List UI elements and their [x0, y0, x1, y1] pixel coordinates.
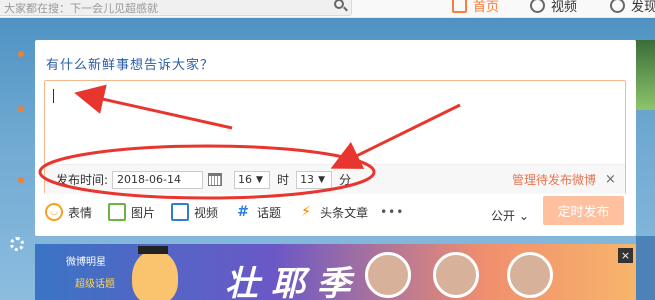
lightning-icon: ⚡ [301, 204, 311, 220]
scheduled-publish-button[interactable]: 定时发布 [543, 196, 624, 225]
article-label: 头条文章 [320, 205, 369, 220]
sidebar-dot [18, 51, 24, 57]
minute-unit: 分 [339, 173, 352, 187]
topic-label: 话题 [257, 205, 282, 220]
picture-icon [108, 203, 127, 221]
banner-logo: 微博明星 [66, 257, 106, 268]
visibility-label: 公开 [491, 209, 516, 223]
nav-find-label: 发现 [631, 0, 655, 15]
manage-scheduled-link[interactable]: 管理待发布微博 [512, 171, 596, 188]
schedule-label: 发布时间: [56, 173, 109, 187]
sidebar-dot [18, 106, 24, 112]
publisher-card: 有什么新鲜事想告诉大家？ 发布时间: 2018-06-14 16 ▼ 时 13 … [35, 40, 636, 236]
chevron-down-icon: ▼ [256, 174, 263, 185]
close-icon[interactable]: × [618, 248, 633, 263]
hashtag-icon: # [237, 204, 249, 220]
banner-headline: 壮 耶 季 [225, 264, 351, 300]
date-input[interactable]: 2018-06-14 [112, 170, 204, 189]
nav-find[interactable]: 发现 [610, 0, 655, 15]
calendar-icon[interactable] [208, 173, 223, 186]
picture-button[interactable]: 图片 [108, 203, 155, 221]
text-cursor [53, 89, 54, 103]
side-ad-strip [636, 236, 655, 300]
video-icon [171, 203, 190, 221]
nav-home[interactable]: 首页 [452, 0, 499, 15]
search-placeholder: 大家都在搜：下一会儿见超感就 [4, 2, 158, 15]
avatar [507, 252, 553, 298]
schedule-bar: 发布时间: 2018-06-14 16 ▼ 时 13 ▼ 分 管理待发布微博 × [45, 164, 625, 194]
side-ad-strip [636, 40, 655, 110]
mascot-image [132, 250, 178, 300]
avatar [365, 252, 411, 298]
picture-label: 图片 [131, 205, 156, 220]
minute-select[interactable]: 13 ▼ [296, 170, 333, 189]
date-value: 2018-06-14 [117, 173, 181, 186]
sidebar-dot [18, 177, 24, 183]
gear-icon[interactable] [10, 237, 24, 251]
close-icon[interactable]: × [605, 172, 616, 187]
hour-unit: 时 [277, 173, 290, 187]
top-nav-bar: 大家都在搜：下一会儿见超感就 首页 视频 发现 [0, 0, 655, 18]
emoji-icon: ◡ [45, 203, 63, 221]
topic-button[interactable]: # 话题 [234, 203, 281, 221]
nav-home-label: 首页 [473, 0, 500, 15]
search-icon[interactable] [334, 0, 344, 9]
banner-subtitle: 超级话题 [75, 279, 115, 290]
search-input[interactable]: 大家都在搜：下一会儿见超感就 [0, 0, 352, 16]
chevron-down-icon: ⌄ [518, 209, 529, 223]
article-button[interactable]: ⚡ 头条文章 [297, 203, 368, 221]
avatar [433, 252, 479, 298]
graduation-cap-icon [138, 246, 168, 254]
emoji-label: 表情 [68, 205, 93, 220]
compass-icon [610, 0, 625, 13]
hour-value: 16 [238, 173, 253, 186]
video-button[interactable]: 视频 [171, 203, 218, 221]
hour-select[interactable]: 16 ▼ [234, 170, 271, 189]
composer-toolbar: ◡ 表情 图片 视频 # 话题 ⚡ 头条文章 ••• [45, 203, 404, 221]
promo-banner[interactable]: 微博明星 超级话题 壮 耶 季 × [35, 244, 636, 300]
minute-value: 13 [300, 173, 315, 186]
video-nav-icon [530, 0, 545, 13]
composer-prompt: 有什么新鲜事想告诉大家？ [46, 58, 215, 73]
more-icon[interactable]: ••• [380, 205, 404, 219]
video-label: 视频 [194, 205, 219, 220]
nav-video[interactable]: 视频 [530, 0, 577, 15]
emoji-button[interactable]: ◡ 表情 [45, 203, 92, 221]
visibility-select[interactable]: 公开 ⌄ [491, 207, 529, 224]
nav-video-label: 视频 [551, 0, 578, 15]
chevron-down-icon: ▼ [318, 174, 325, 185]
home-icon [452, 0, 467, 13]
